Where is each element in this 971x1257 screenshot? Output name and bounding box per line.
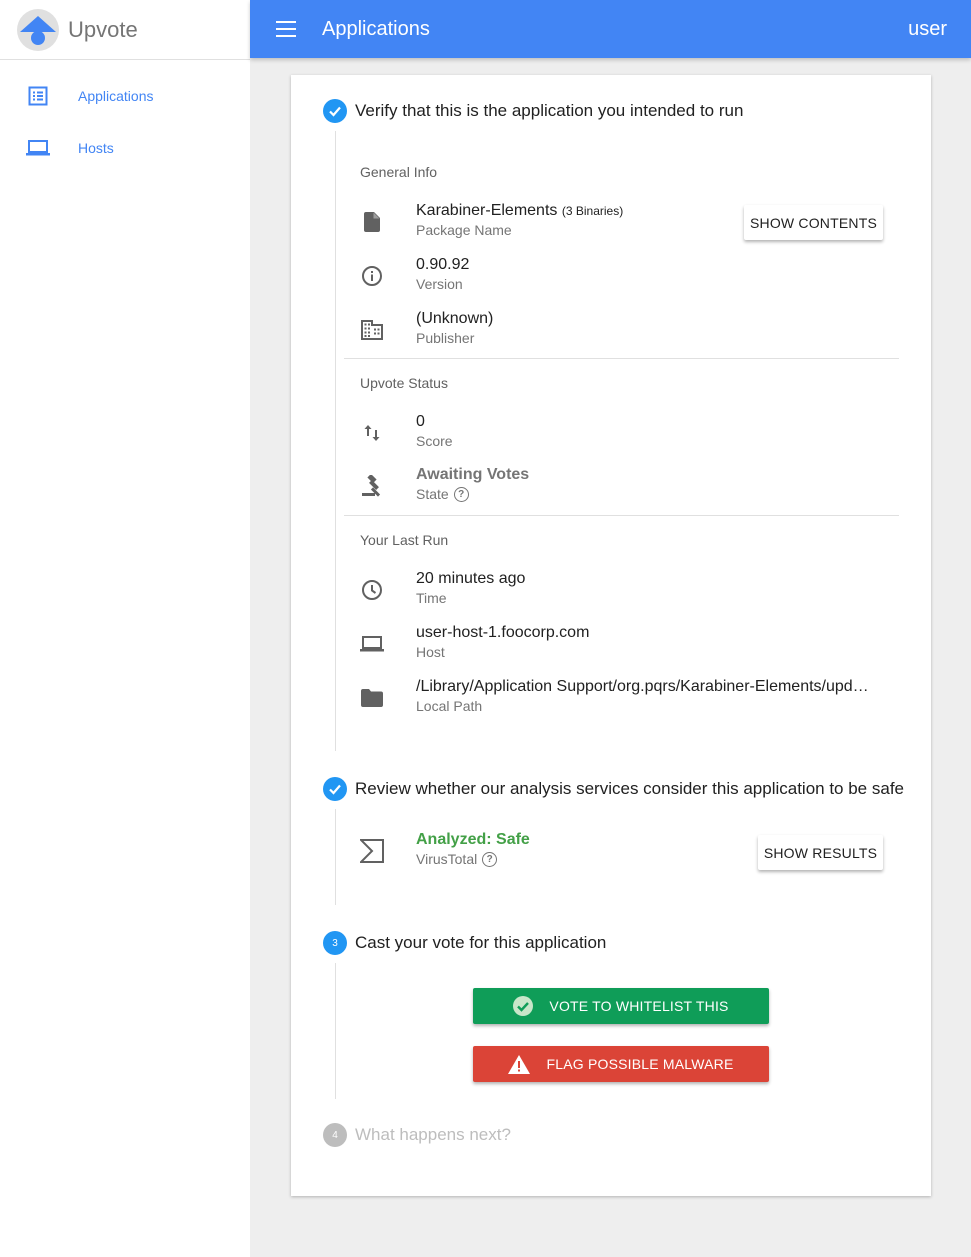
list-icon xyxy=(26,84,50,108)
check-circle-icon xyxy=(323,777,347,801)
step-2-header[interactable]: Review whether our analysis services con… xyxy=(323,777,904,801)
publisher-value: (Unknown) xyxy=(416,310,494,327)
field-label: Score xyxy=(416,433,453,449)
virustotal-icon xyxy=(360,839,384,863)
building-icon xyxy=(360,318,384,342)
path-row: /Library/Application Support/org.pqrs/Ka… xyxy=(360,678,880,718)
button-label: VOTE TO WHITELIST THIS xyxy=(549,998,729,1014)
info-icon xyxy=(360,264,384,288)
field-label: VirusTotal? xyxy=(416,851,530,867)
step-connector xyxy=(335,963,336,1099)
step-number: 4 xyxy=(323,1123,347,1147)
sidebar-item-hosts[interactable]: Hosts xyxy=(0,122,250,174)
divider xyxy=(344,515,899,516)
host-row: user-host-1.foocorp.com Host xyxy=(360,624,880,664)
host-value: user-host-1.foocorp.com xyxy=(416,624,590,641)
publisher-row: (Unknown) Publisher xyxy=(360,310,880,350)
application-card: Verify that this is the application you … xyxy=(291,75,931,1196)
time-value: 20 minutes ago xyxy=(416,570,526,587)
show-results-button[interactable]: SHOW RESULTS xyxy=(758,835,883,870)
warning-icon xyxy=(508,1054,531,1074)
analysis-result: Analyzed: Safe xyxy=(416,831,530,848)
version-row: 0.90.92 Version xyxy=(360,256,880,296)
step-title: Review whether our analysis services con… xyxy=(355,779,904,798)
path-value: /Library/Application Support/org.pqrs/Ka… xyxy=(416,678,869,695)
gavel-icon xyxy=(360,474,384,498)
upvote-logo-icon xyxy=(17,8,59,51)
step-title: Cast your vote for this application xyxy=(355,933,607,952)
binaries-count: (3 Binaries) xyxy=(561,204,624,218)
field-label: Publisher xyxy=(416,330,475,346)
section-label: Your Last Run xyxy=(360,532,449,548)
field-label: Time xyxy=(416,590,447,606)
user-menu[interactable]: user xyxy=(908,18,947,41)
top-app-bar: Applications user xyxy=(250,0,971,58)
page-title: Applications xyxy=(322,17,430,40)
sidebar: Upvote Applications Hosts xyxy=(0,0,250,1257)
time-row: 20 minutes ago Time xyxy=(360,570,880,610)
file-icon xyxy=(360,210,384,234)
field-label: Version xyxy=(416,276,463,292)
vote-whitelist-button[interactable]: VOTE TO WHITELIST THIS xyxy=(473,988,769,1024)
sidebar-item-applications[interactable]: Applications xyxy=(0,70,250,122)
sidebar-item-label: Applications xyxy=(78,88,154,104)
package-name: Karabiner-Elements (3 Binaries) xyxy=(416,202,624,219)
field-label: Package Name xyxy=(416,222,512,238)
laptop-icon xyxy=(26,136,50,160)
menu-icon[interactable] xyxy=(276,21,296,37)
score-row: 0 Score xyxy=(360,413,880,453)
clock-icon xyxy=(360,578,384,602)
field-label: Local Path xyxy=(416,698,483,714)
section-label: General Info xyxy=(360,164,438,180)
score-value: 0 xyxy=(416,413,425,430)
step-title: Verify that this is the application you … xyxy=(355,101,744,120)
help-icon[interactable]: ? xyxy=(453,486,469,502)
swap-vert-icon xyxy=(360,421,384,445)
help-icon[interactable]: ? xyxy=(482,851,498,867)
step-connector xyxy=(335,809,336,905)
step-connector xyxy=(335,131,336,751)
brand[interactable]: Upvote xyxy=(0,0,250,60)
step-3-header[interactable]: 3 Cast your vote for this application xyxy=(323,931,606,955)
section-label: Upvote Status xyxy=(360,375,448,391)
step-1-header[interactable]: Verify that this is the application you … xyxy=(323,99,743,123)
flag-malware-button[interactable]: FLAG POSSIBLE MALWARE xyxy=(473,1046,769,1082)
version-value: 0.90.92 xyxy=(416,256,470,273)
state-row: Awaiting Votes State? xyxy=(360,466,880,506)
field-label: State? xyxy=(416,486,529,502)
step-title: What happens next? xyxy=(355,1125,511,1144)
field-label: Host xyxy=(416,644,445,660)
app-name: Upvote xyxy=(68,16,138,42)
button-label: FLAG POSSIBLE MALWARE xyxy=(546,1056,734,1072)
divider xyxy=(344,358,899,359)
folder-icon xyxy=(360,686,384,710)
check-circle-icon xyxy=(513,996,534,1016)
laptop-icon xyxy=(360,632,384,656)
step-4-header[interactable]: 4 What happens next? xyxy=(323,1123,511,1147)
show-contents-button[interactable]: SHOW CONTENTS xyxy=(744,205,883,240)
check-circle-icon xyxy=(323,99,347,123)
sidebar-item-label: Hosts xyxy=(78,140,114,156)
step-number: 3 xyxy=(323,931,347,955)
state-value: Awaiting Votes xyxy=(416,466,530,483)
